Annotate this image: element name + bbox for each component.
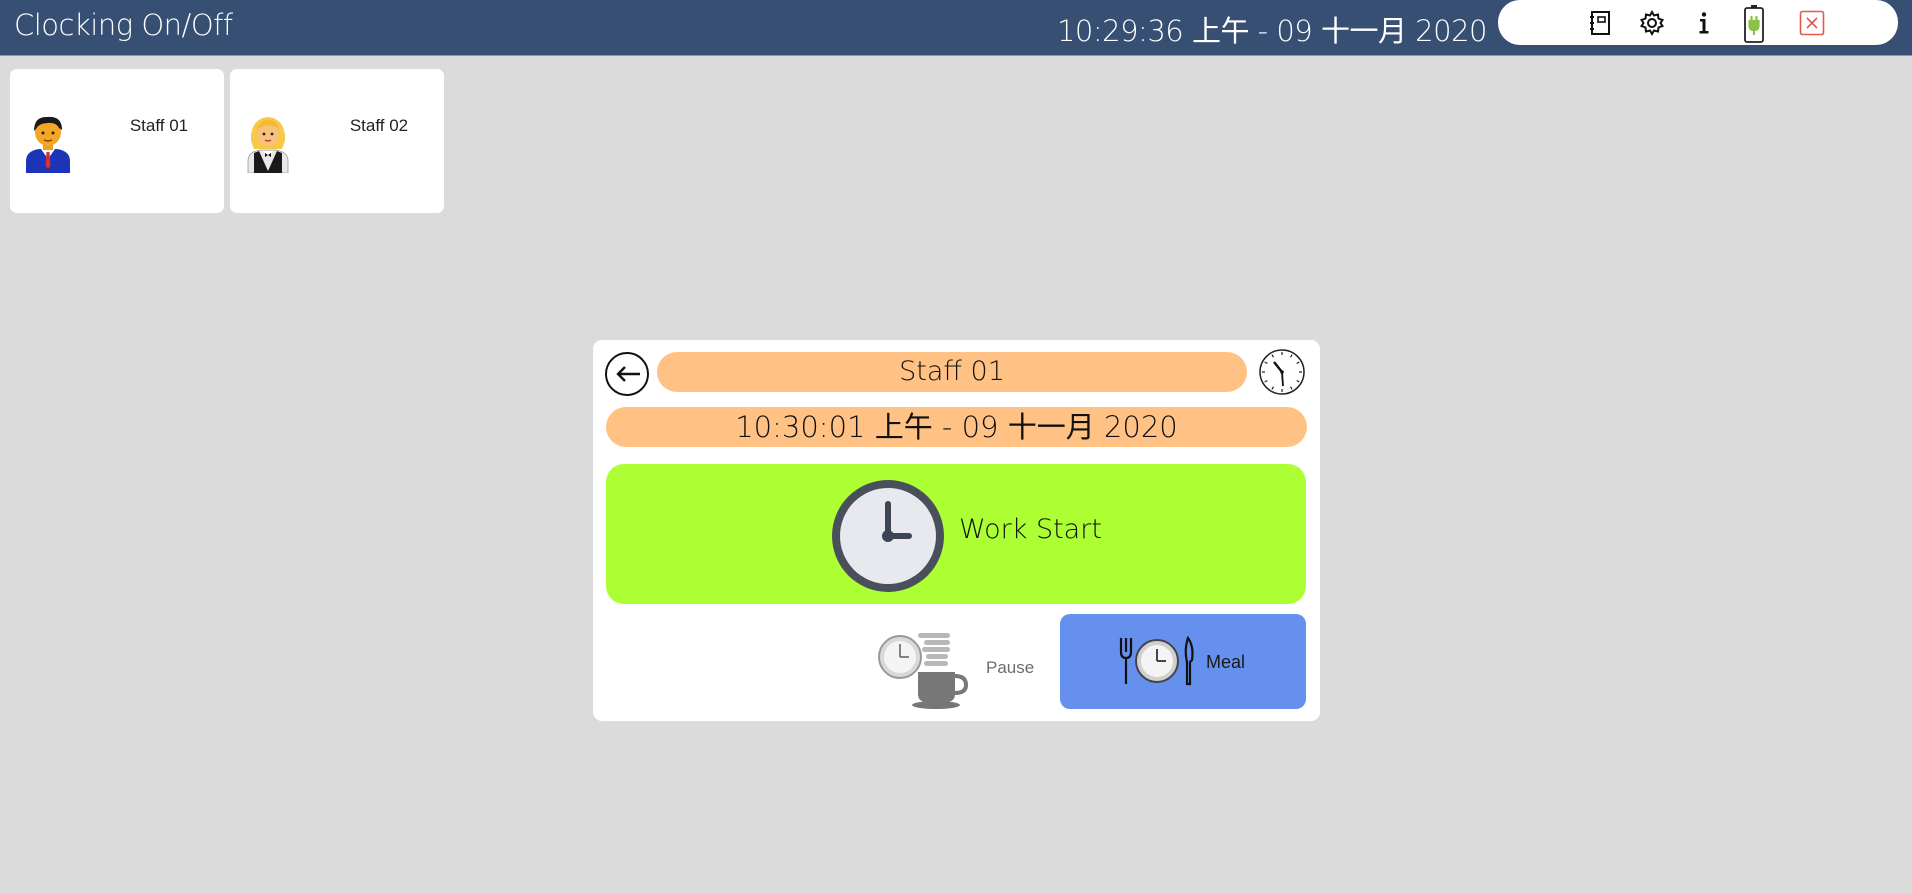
top-bar: Clocking On/Off 10:29:36 上午 - 09 十一月 202… [0, 0, 1912, 56]
work-start-button[interactable]: Work Start [606, 464, 1306, 604]
app-title: Clocking On/Off [14, 8, 233, 42]
clock-icon [829, 477, 947, 595]
pause-label: Pause [986, 658, 1035, 677]
system-tray [1498, 0, 1898, 45]
arrow-left-icon [616, 366, 640, 382]
analog-clock-icon [1258, 348, 1306, 396]
staff-tile-02[interactable]: Staff 02 [230, 69, 444, 213]
work-start-label: Work Start [959, 514, 1102, 545]
meal-break-icon [1119, 636, 1194, 686]
staff-name: Staff 01 [129, 116, 189, 135]
meal-label: Meal [1206, 652, 1246, 672]
back-button[interactable] [605, 352, 649, 396]
meal-button[interactable]: Meal [1060, 614, 1306, 709]
female-staff-avatar-icon [242, 111, 294, 173]
info-icon[interactable] [1690, 9, 1718, 37]
clocking-dialog: Staff 01 10:30:01 上午 - 09 十一月 2020 Work … [593, 340, 1320, 721]
battery-charging-icon [1743, 4, 1765, 44]
header-datetime: 10:29:36 上午 - 09 十一月 2020 [1056, 14, 1488, 48]
staff-tile-01[interactable]: Staff 01 [10, 69, 224, 213]
notebook-icon[interactable] [1586, 9, 1614, 37]
pause-button[interactable]: Pause [878, 630, 1048, 710]
staff-name: Staff 02 [349, 116, 409, 135]
coffee-break-icon [878, 633, 969, 709]
selected-staff-name: Staff 01 [657, 352, 1247, 392]
male-staff-avatar-icon [22, 111, 74, 173]
close-icon[interactable] [1798, 9, 1826, 37]
current-datetime: 10:30:01 上午 - 09 十一月 2020 [606, 407, 1307, 447]
gear-icon[interactable] [1638, 9, 1666, 37]
